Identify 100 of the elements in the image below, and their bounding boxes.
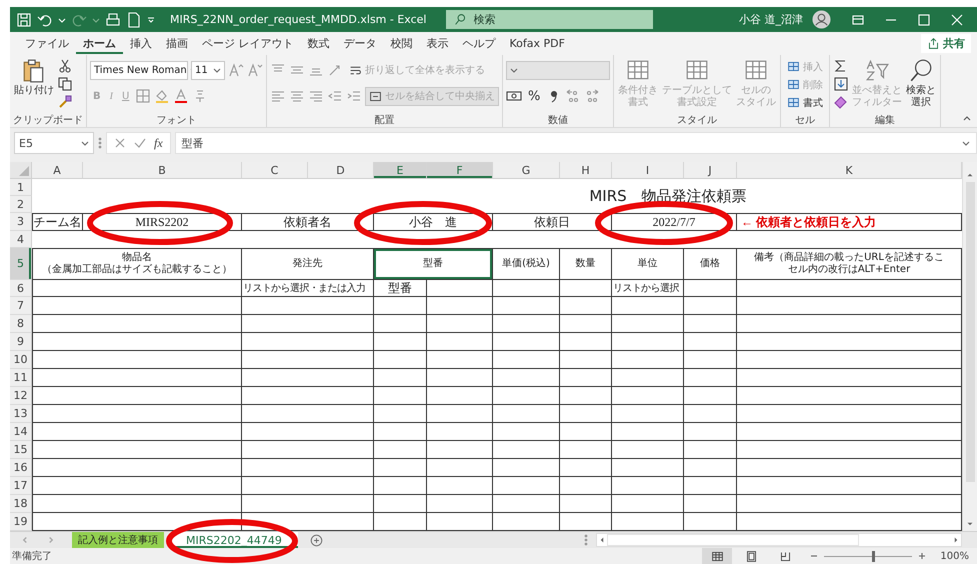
column-header[interactable]: F	[427, 162, 493, 179]
row-header[interactable]: 19	[10, 513, 32, 531]
close-icon[interactable]	[949, 12, 965, 28]
column-header[interactable]: B	[83, 162, 242, 179]
column-header[interactable]: J	[684, 162, 737, 179]
decrease-font-size-icon[interactable]	[247, 62, 263, 78]
percent-button[interactable]: %	[525, 86, 544, 106]
paintbrush-icon[interactable]	[57, 94, 73, 110]
hint-text[interactable]: リストから選択	[612, 280, 684, 297]
share-button[interactable]: 共有	[921, 34, 971, 53]
hint-text[interactable]: リストから選択・または入力	[242, 280, 374, 297]
sheet-tab[interactable]: 記入例と注意事項	[72, 532, 164, 548]
zoom-in-icon[interactable]	[918, 552, 926, 560]
menu-tab[interactable]: 挿入	[123, 33, 159, 54]
table-header-cell[interactable]: 発注先	[242, 248, 374, 280]
column-header[interactable]: H	[560, 162, 612, 179]
field-label[interactable]: 依頼日	[493, 213, 612, 231]
row-header[interactable]: 6	[10, 280, 32, 297]
table-header-cell[interactable]: 物品名 （金属加工部品はサイズも記載すること）	[32, 248, 242, 280]
eraser-icon[interactable]	[833, 94, 849, 110]
save-icon[interactable]	[16, 12, 32, 28]
field-label[interactable]: 依頼者名	[242, 213, 374, 231]
field-value[interactable]: 小谷 進	[374, 213, 493, 231]
caret-icon[interactable]	[58, 16, 66, 24]
row-header[interactable]: 3	[10, 213, 32, 231]
table-header-cell[interactable]: 備考（商品詳細の載ったURLを記述するこ セル内の改行はALT+Enter	[737, 248, 962, 280]
column-header[interactable]: C	[242, 162, 308, 179]
paste-button[interactable]: 貼り付け	[13, 58, 55, 96]
font-size-field[interactable]: 11	[191, 60, 225, 80]
caret-icon[interactable]	[213, 66, 221, 74]
field-label[interactable]: チーム名	[32, 213, 83, 231]
row-header[interactable]: 7	[10, 297, 32, 315]
table-header-cell[interactable]: 単価(税込)	[493, 248, 560, 280]
search-field[interactable]: 検索	[446, 10, 652, 29]
editing-button[interactable]: 検索と 選択	[905, 58, 937, 108]
row-header[interactable]: 9	[10, 333, 32, 351]
decrease-decimal-icon[interactable]	[584, 88, 600, 104]
menu-tab[interactable]: ファイル	[18, 33, 76, 54]
column-header[interactable]: D	[308, 162, 374, 179]
cells-button[interactable]: 書式	[784, 94, 826, 111]
customize-caret-icon[interactable]	[147, 16, 155, 24]
table-header-cell[interactable]: 価格	[684, 248, 737, 280]
caret-icon[interactable]	[510, 66, 518, 74]
increase-font-size-icon[interactable]	[228, 62, 244, 78]
insert-function-button[interactable]: fx	[152, 136, 165, 150]
borders-icon[interactable]	[135, 88, 152, 104]
instruction-note[interactable]: ← 依頼者と依頼日を入力	[737, 213, 962, 231]
zoom-slider-thumb[interactable]	[872, 550, 875, 562]
menu-tab[interactable]: Kofax PDF	[502, 33, 572, 54]
row-header[interactable]: 17	[10, 477, 32, 495]
field-value[interactable]: 2022/7/7	[612, 213, 737, 231]
font-color-icon[interactable]	[173, 88, 190, 104]
row-header[interactable]: 13	[10, 405, 32, 423]
column-header[interactable]: K	[737, 162, 962, 179]
normal-view-button[interactable]	[702, 548, 732, 564]
copy-icon[interactable]	[57, 76, 73, 92]
fill-color-icon[interactable]	[154, 88, 170, 104]
menu-tab[interactable]: ヘルプ	[456, 33, 502, 54]
row-header[interactable]: 16	[10, 459, 32, 477]
column-header[interactable]: I	[612, 162, 684, 179]
menu-tab[interactable]: 表示	[420, 33, 456, 54]
table-header-cell[interactable]: 型番	[374, 248, 493, 280]
name-box[interactable]: E5	[14, 132, 94, 154]
expand-icon[interactable]	[962, 139, 970, 147]
column-header[interactable]: E	[374, 162, 427, 179]
row-header[interactable]: 11	[10, 369, 32, 387]
menu-tab[interactable]: ホーム	[76, 33, 123, 54]
field-label[interactable]: 型番	[374, 280, 427, 297]
vertical-scrollbar[interactable]	[962, 162, 977, 531]
caret-icon[interactable]	[81, 139, 89, 147]
add-sheet-icon[interactable]	[310, 534, 323, 546]
row-header[interactable]: 10	[10, 351, 32, 369]
menu-tab[interactable]: データ	[336, 33, 384, 54]
menu-tab[interactable]: 数式	[300, 33, 336, 54]
row-header[interactable]: 18	[10, 495, 32, 513]
horizontal-scrollbar[interactable]	[596, 533, 962, 547]
font-name-field[interactable]: Times New Roman	[90, 60, 188, 80]
row-header[interactable]: 1	[10, 179, 32, 196]
table-header-cell[interactable]: 単位	[612, 248, 684, 280]
scissors-icon[interactable]	[57, 58, 73, 74]
column-header[interactable]: G	[493, 162, 560, 179]
fill-down-icon[interactable]	[833, 76, 849, 92]
print-icon[interactable]	[105, 12, 121, 28]
row-header[interactable]: 5	[10, 248, 32, 280]
maximize-icon[interactable]	[916, 12, 932, 28]
avatar-icon[interactable]	[812, 10, 831, 29]
menu-tab[interactable]: 校閲	[384, 33, 420, 54]
user-name[interactable]: 小谷 道_沼津	[739, 12, 803, 27]
collapse-ribbon-icon[interactable]	[963, 115, 971, 123]
menu-tab[interactable]: ページ レイアウト	[195, 33, 300, 54]
row-header[interactable]: 8	[10, 315, 32, 333]
table-header-cell[interactable]: 数量	[560, 248, 612, 280]
column-header[interactable]: A	[32, 162, 83, 179]
scrollbar-thumb[interactable]	[607, 534, 859, 546]
document-icon[interactable]	[126, 12, 142, 28]
formula-field[interactable]: 型番	[174, 132, 977, 154]
row-header[interactable]: 14	[10, 423, 32, 441]
row-header[interactable]: 2	[10, 196, 32, 213]
number-format-field[interactable]	[506, 60, 610, 80]
zoom-level[interactable]: 100%	[940, 550, 969, 562]
